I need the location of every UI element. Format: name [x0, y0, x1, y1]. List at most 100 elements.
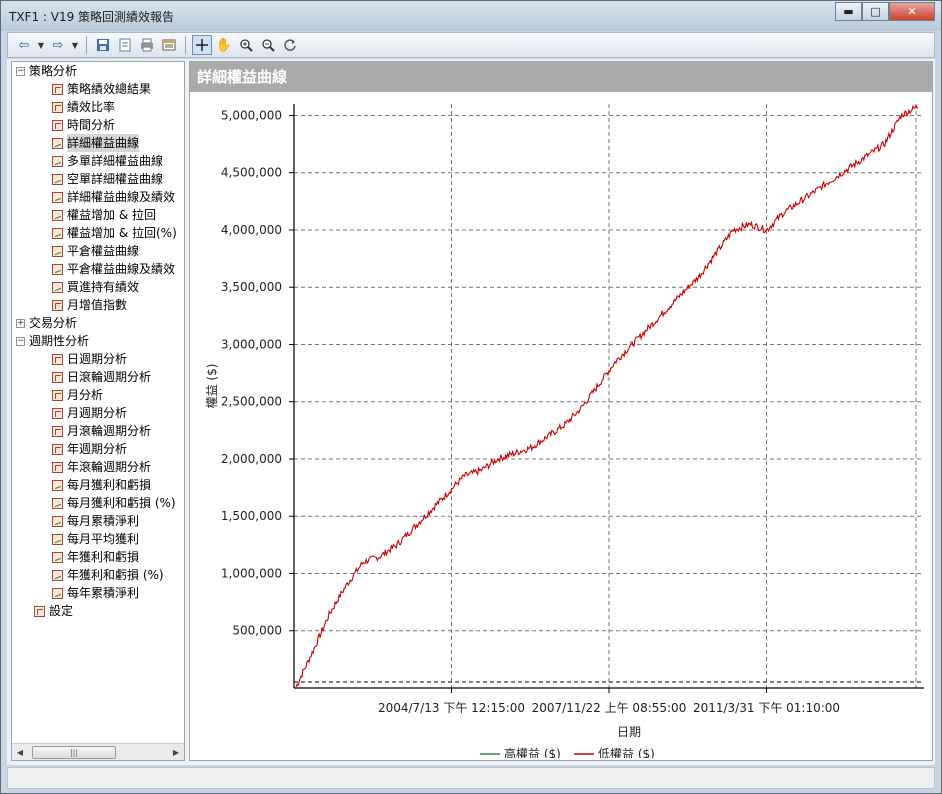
- scroll-right-icon[interactable]: ▶: [168, 748, 184, 757]
- y-tick-label: 2,000,000: [221, 452, 282, 466]
- tree-item[interactable]: 策略績效總結果: [52, 80, 151, 98]
- table-report-icon: [52, 461, 63, 473]
- minimize-button[interactable]: ▬: [835, 2, 862, 21]
- scroll-left-icon[interactable]: ◀: [12, 748, 28, 757]
- tree-item[interactable]: 年滾輪週期分析: [52, 458, 151, 476]
- x-tick-label: 2004/7/13 下午 12:15:00: [378, 701, 525, 715]
- table-report-icon: [52, 101, 63, 113]
- tree-item-label: 績效比率: [67, 100, 116, 114]
- table-report-icon: [52, 83, 63, 95]
- collapse-icon[interactable]: −: [16, 66, 25, 76]
- tree-item[interactable]: 每月獲利和虧損 (%): [52, 494, 176, 512]
- tree-item-label: 權益增加 & 拉回(%): [67, 226, 177, 240]
- tree-group-label: 週期性分析: [29, 334, 90, 348]
- tree-item[interactable]: 權益增加 & 拉回: [52, 206, 156, 224]
- tree-item[interactable]: 多單詳細權益曲線: [52, 152, 163, 170]
- tree-item[interactable]: 買進持有績效: [52, 278, 139, 296]
- tree-item[interactable]: 詳細權益曲線及績效: [52, 188, 175, 206]
- reset-icon[interactable]: [280, 35, 300, 55]
- print-icon[interactable]: [137, 35, 157, 55]
- panel-title: 詳細權益曲線: [190, 62, 932, 92]
- crosshair-icon[interactable]: [192, 35, 212, 55]
- chart-report-icon: [52, 515, 63, 527]
- tree-item[interactable]: 月週期分析: [52, 404, 127, 422]
- tree-item[interactable]: 詳細權益曲線: [52, 134, 140, 152]
- zoom-out-icon[interactable]: [258, 35, 278, 55]
- save-icon[interactable]: [93, 35, 113, 55]
- toolbar: ⇦ ▼ ⇨ ▼ ✋: [7, 32, 935, 58]
- report-tree: − 策略分析 策略績效總結果 績效比率 時間分析 詳細權益曲線 多單詳細權益曲線…: [11, 61, 185, 761]
- table-report-icon: [52, 407, 63, 419]
- forward-dropdown-icon[interactable]: ▼: [70, 35, 80, 55]
- tree-item-label: 日滾輪週期分析: [67, 370, 152, 384]
- series-line-low-equity: [295, 104, 919, 688]
- tree-item[interactable]: 權益增加 & 拉回(%): [52, 224, 177, 242]
- tree-item-label: 月週期分析: [67, 406, 128, 420]
- y-tick-label: 4,500,000: [221, 166, 282, 180]
- tree-item[interactable]: 日滾輪週期分析: [52, 368, 151, 386]
- table-report-icon: [34, 605, 45, 617]
- y-tick-label: 5,000,000: [221, 108, 282, 122]
- settings-icon[interactable]: [159, 35, 179, 55]
- tree-item[interactable]: 年獲利和虧損: [52, 548, 139, 566]
- chart-report-icon: [52, 191, 63, 203]
- tree-item-label: 年獲利和虧損 (%): [67, 568, 164, 582]
- tree-group-label: 策略分析: [29, 64, 78, 78]
- chart-report-icon: [52, 245, 63, 257]
- tree-item[interactable]: 平倉權益曲線及績效: [52, 260, 175, 278]
- equity-chart[interactable]: 500,000 1,000,000 1,500,000 2,000,000 2,500,…: [190, 94, 932, 758]
- tree-item-label: 月增值指數: [67, 298, 128, 312]
- close-button[interactable]: ✕: [889, 2, 935, 21]
- hand-icon[interactable]: ✋: [214, 35, 234, 55]
- tree-item[interactable]: 月滾輪週期分析: [52, 422, 151, 440]
- chart-report-icon: [52, 533, 63, 545]
- tree-item[interactable]: 空單詳細權益曲線: [52, 170, 163, 188]
- tree-item[interactable]: 時間分析: [52, 116, 115, 134]
- table-report-icon: [52, 371, 63, 383]
- chart-report-icon: [52, 155, 63, 167]
- tree-item[interactable]: 月增值指數: [52, 296, 127, 314]
- tree-horizontal-scrollbar[interactable]: ◀ ||| ▶: [12, 743, 184, 760]
- tree-item-settings[interactable]: 設定: [34, 602, 73, 620]
- back-icon[interactable]: ⇦: [14, 35, 34, 55]
- collapse-icon[interactable]: −: [16, 336, 25, 346]
- tree-item[interactable]: 績效比率: [52, 98, 115, 116]
- chart-report-icon: [52, 587, 63, 599]
- table-report-icon: [52, 353, 63, 365]
- tree-group[interactable]: + 交易分析: [16, 314, 77, 332]
- tree-item[interactable]: 年獲利和虧損 (%): [52, 566, 164, 584]
- chart-panel: 詳細權益曲線 500,000 1,000,000 1,500,000 2,000,00…: [189, 61, 933, 761]
- tree-item[interactable]: 月分析: [52, 386, 103, 404]
- forward-icon[interactable]: ⇨: [48, 35, 68, 55]
- tree-item[interactable]: 每月平均獲利: [52, 530, 139, 548]
- title-bar[interactable]: TXF1 : V19 策略回測績效報告 ▬ □ ✕: [1, 1, 941, 31]
- tree-item[interactable]: 年週期分析: [52, 440, 127, 458]
- zoom-in-icon[interactable]: [236, 35, 256, 55]
- tree-item-label: 年滾輪週期分析: [67, 460, 152, 474]
- tree-item[interactable]: 每月獲利和虧損: [52, 476, 151, 494]
- table-report-icon: [52, 425, 63, 437]
- back-dropdown-icon[interactable]: ▼: [36, 35, 46, 55]
- scroll-thumb[interactable]: |||: [32, 745, 116, 759]
- table-report-icon: [52, 443, 63, 455]
- chart-report-icon: [52, 227, 63, 239]
- chart-report-icon: [52, 209, 63, 221]
- tree-item-label: 月分析: [67, 388, 104, 402]
- tree-item-label: 空單詳細權益曲線: [67, 172, 164, 186]
- tree-group[interactable]: − 週期性分析: [16, 332, 89, 350]
- app-window: TXF1 : V19 策略回測績效報告 ▬ □ ✕ ⇦ ▼ ⇨ ▼ ✋ − 策略…: [0, 0, 942, 794]
- tree-item-label: 多單詳細權益曲線: [67, 154, 164, 168]
- tree-item-label: 日週期分析: [67, 352, 128, 366]
- y-tick-label: 500,000: [232, 624, 282, 638]
- export-icon[interactable]: [115, 35, 135, 55]
- y-tick-label: 4,000,000: [221, 223, 282, 237]
- tree-item[interactable]: 每年累積淨利: [52, 584, 139, 602]
- expand-icon[interactable]: +: [16, 318, 25, 328]
- tree-item[interactable]: 平倉權益曲線: [52, 242, 139, 260]
- chart-report-icon: [52, 137, 63, 149]
- chart-report-icon: [52, 569, 63, 581]
- tree-group[interactable]: − 策略分析: [16, 62, 77, 80]
- maximize-button[interactable]: □: [862, 2, 889, 21]
- tree-item[interactable]: 日週期分析: [52, 350, 127, 368]
- tree-item[interactable]: 每月累積淨利: [52, 512, 139, 530]
